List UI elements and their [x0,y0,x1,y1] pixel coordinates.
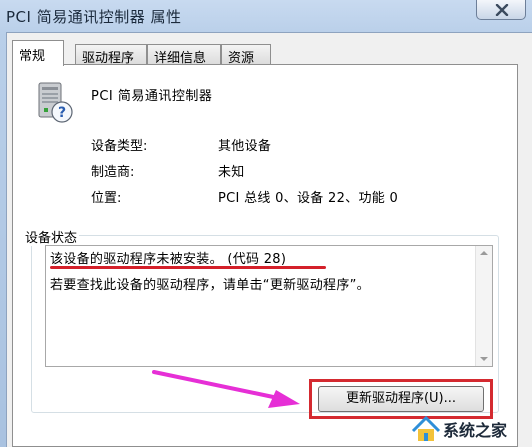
manufacturer-label: 制造商: [91,165,135,180]
unknown-device-icon: ? [35,81,75,129]
update-driver-button[interactable]: 更新驱动程序(U)... [318,386,484,412]
watermark-text: 系统之家 [443,421,508,440]
properties-window: PCI 简易通讯控制器 属性 常规 驱动程序 详细信息 资源 ? PCI 简易通… [0,0,532,447]
device-name: PCI 简易通讯控制器 [91,89,213,104]
house-logo-icon [411,415,441,441]
tab-general[interactable]: 常规 [12,40,64,66]
tab-details[interactable]: 详细信息 [147,44,221,66]
scroll-down-arrow-icon[interactable] [480,357,488,361]
device-status-textbox[interactable]: 该设备的驱动程序未被安装。 (代码 28) 若要查找此设备的驱动程序，请单击“更… [45,245,493,367]
status-scrollbar[interactable] [475,246,492,366]
close-icon [495,4,509,16]
tab-driver[interactable]: 驱动程序 [75,44,147,66]
device-type-value: 其他设备 [218,139,272,154]
window-title: PCI 简易通讯控制器 属性 [6,8,182,26]
device-type-label: 设备类型: [91,139,148,154]
tab-resources[interactable]: 资源 [221,44,271,66]
status-hint-line: 若要查找此设备的驱动程序，请单击“更新驱动程序”。 [50,278,370,293]
svg-text:?: ? [58,105,66,121]
close-button[interactable] [476,0,526,20]
manufacturer-value: 未知 [218,165,245,180]
error-underline-highlight [50,266,326,269]
pointer-arrow-icon [152,370,300,408]
site-watermark: 系统之家 [407,411,532,447]
tab-general-label: 常规 [19,49,46,64]
scroll-up-arrow-icon[interactable] [480,251,488,255]
status-error-line: 该设备的驱动程序未被安装。 (代码 28) [50,252,287,267]
location-value: PCI 总线 0、设备 22、功能 0 [218,191,399,206]
location-label: 位置: [91,191,122,206]
device-status-legend: 设备状态 [23,227,80,246]
title-bar[interactable]: PCI 简易通讯控制器 属性 [0,0,532,32]
